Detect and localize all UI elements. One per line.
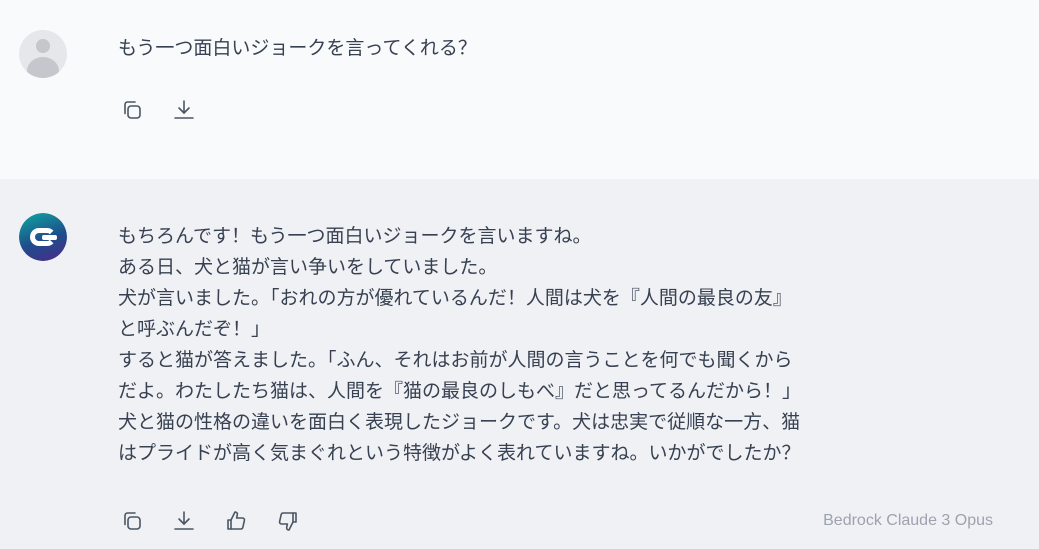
message-line: 犬と猫の性格の違いを面白く表現したジョークです。犬は忠実で従順な一方、猫	[118, 411, 801, 433]
user-message: もう一つ面白いジョークを言ってくれる？	[0, 0, 1039, 179]
avatar-head	[36, 39, 50, 53]
message-line: すると猫が答えました。「ふん、それはお前が人間の言うことを何でも聞くから	[118, 349, 793, 371]
message-line: ある日、犬と猫が言い争いをしていました。	[118, 256, 498, 278]
assistant-avatar	[19, 213, 67, 261]
copy-button[interactable]	[118, 507, 146, 535]
copy-icon	[124, 512, 141, 530]
assistant-message-text: もちろんです！もう一つ面白いジョークを言いますね。 ある日、犬と猫が言い争いをし…	[118, 221, 998, 469]
assistant-logo-icon	[19, 213, 67, 261]
download-icon	[174, 100, 194, 119]
message-line: だよ。わたしたち猫は、人間を『猫の最良のしもべ』だと思ってるんだから！」	[118, 380, 802, 402]
thumbs-up-icon	[227, 511, 246, 530]
download-button[interactable]	[170, 96, 198, 124]
thumbs-up-button[interactable]	[222, 507, 250, 535]
user-message-text: もう一つ面白いジョークを言ってくれる？	[118, 37, 477, 59]
thumbs-down-icon	[278, 512, 297, 531]
message-line: と呼ぶんだぞ！」	[118, 318, 271, 340]
assistant-message-toolbar	[118, 507, 302, 535]
copy-icon	[124, 101, 141, 119]
avatar-body	[27, 57, 59, 78]
download-icon	[174, 511, 194, 530]
download-button[interactable]	[170, 507, 198, 535]
copy-button[interactable]	[118, 96, 146, 124]
message-line: 犬が言いました。「おれの方が優れているんだ！人間は犬を『人間の最良の友』	[118, 287, 792, 309]
user-message-toolbar	[118, 96, 198, 124]
model-label: Bedrock Claude 3 Opus	[823, 512, 993, 529]
message-line: はプライドが高く気まぐれという特徴がよく表れていますね。いかがでしたか？	[118, 442, 801, 464]
assistant-message: もちろんです！もう一つ面白いジョークを言いますね。 ある日、犬と猫が言い争いをし…	[0, 179, 1039, 549]
thumbs-down-button[interactable]	[274, 507, 302, 535]
message-line: もちろんです！もう一つ面白いジョークを言いますね。	[118, 225, 592, 247]
user-avatar	[19, 30, 67, 78]
